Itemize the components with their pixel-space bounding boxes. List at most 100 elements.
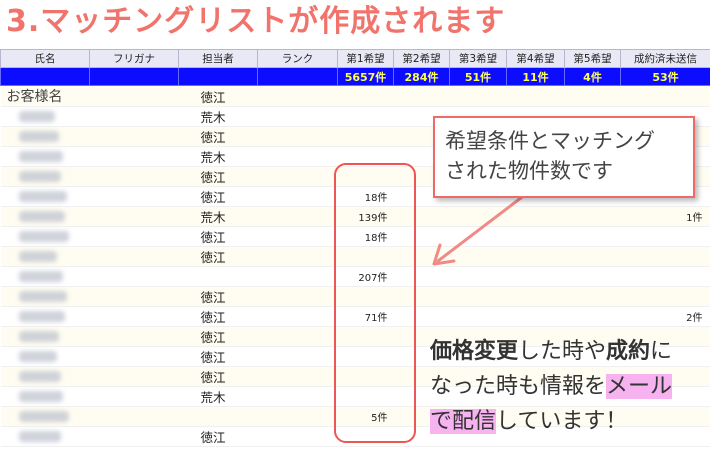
note-contract: 成約 <box>606 339 651 364</box>
cell-unsent: 2件 <box>620 306 710 327</box>
column-header-wish-5[interactable]: 第5希望 <box>564 49 621 68</box>
cell-staff: 荒木 <box>178 386 258 407</box>
cell-furigana <box>89 346 179 367</box>
cell-rank <box>257 326 338 347</box>
cell-furigana <box>89 226 179 247</box>
cell-rank <box>257 186 338 207</box>
redacted-name <box>18 131 59 142</box>
cell-staff: 徳江 <box>178 346 258 367</box>
column-header-wish-1[interactable]: 第1希望 <box>337 49 394 68</box>
cell-staff: 荒木 <box>178 106 258 127</box>
cell-customer-name <box>0 406 90 427</box>
cell-customer-name <box>0 366 90 387</box>
cell-rank <box>257 366 338 387</box>
cell-rank <box>257 246 338 267</box>
cell-wish-3 <box>449 85 507 107</box>
cell-furigana <box>89 266 179 287</box>
cell-staff: 徳江 <box>178 246 258 267</box>
cell-furigana <box>89 186 179 207</box>
cell-customer-name <box>0 166 90 187</box>
redacted-name <box>18 431 61 442</box>
cell-furigana <box>89 246 179 267</box>
cell-rank <box>257 206 338 227</box>
cell-staff: 徳江 <box>178 326 258 347</box>
total-wish-3: 51件 <box>449 67 507 86</box>
redacted-name <box>18 371 61 382</box>
cell-unsent <box>620 226 710 247</box>
email-notice-text: 価格変更した時や成約に なった時も情報をメール で配信しています！ <box>430 334 702 439</box>
cell-rank <box>257 166 338 187</box>
cell-rank <box>257 286 338 307</box>
redacted-name <box>18 211 65 222</box>
cell-furigana <box>89 366 179 387</box>
cell-wish-5 <box>564 306 621 327</box>
cell-furigana <box>89 406 179 427</box>
redacted-name <box>18 151 63 162</box>
total-wish-5: 4件 <box>564 67 621 86</box>
cell-furigana <box>89 386 179 407</box>
column-header-wish-2[interactable]: 第2希望 <box>393 49 450 68</box>
cell-unsent <box>620 286 710 307</box>
note-price-change: 価格変更 <box>430 339 519 364</box>
cell-staff: 荒木 <box>178 206 258 227</box>
cell-wish-1 <box>337 126 394 147</box>
redacted-name <box>18 391 63 402</box>
cell-wish-5 <box>564 226 621 247</box>
cell-staff: 徳江 <box>178 85 258 107</box>
cell-customer-name <box>0 226 90 247</box>
cell-wish-5 <box>564 286 621 307</box>
total-unsent: 53件 <box>620 67 710 86</box>
column-header-rank[interactable]: ランク <box>257 49 338 68</box>
cell-furigana <box>89 306 179 327</box>
cell-staff: 荒木 <box>178 146 258 167</box>
cell-rank <box>257 106 338 127</box>
redacted-name <box>18 251 57 262</box>
cell-rank <box>257 146 338 167</box>
cell-staff: 徳江 <box>178 426 258 447</box>
cell-customer-name <box>0 246 90 267</box>
cell-customer-name <box>0 146 90 167</box>
note-text: した時や <box>518 339 607 364</box>
note-delivery-highlight: で配信 <box>430 409 497 434</box>
callout-line-1: 希望条件とマッチング <box>445 129 655 153</box>
cell-furigana <box>89 106 179 127</box>
column-header-wish-3[interactable]: 第3希望 <box>449 49 507 68</box>
cell-rank <box>257 406 338 427</box>
cell-furigana <box>89 286 179 307</box>
column-header-wish-4[interactable]: 第4希望 <box>506 49 565 68</box>
cell-wish-3 <box>449 286 507 307</box>
cell-rank <box>257 266 338 287</box>
column-header-unsent[interactable]: 成約済未送信 <box>620 49 710 68</box>
cell-customer-name <box>0 326 90 347</box>
cell-wish-2 <box>393 85 450 107</box>
column-header-name[interactable]: 氏名 <box>0 49 90 68</box>
cell-customer-name <box>0 266 90 287</box>
cell-customer-name <box>0 386 90 407</box>
cell-wish-1 <box>337 85 394 107</box>
cell-furigana <box>89 146 179 167</box>
cell-customer-name <box>0 206 90 227</box>
total-cell <box>0 67 90 86</box>
cell-customer-name <box>0 426 90 447</box>
cell-furigana <box>89 426 179 447</box>
cell-wish-1 <box>337 106 394 127</box>
note-text: しています！ <box>496 409 628 434</box>
cell-customer-name <box>0 286 90 307</box>
note-text: なった時も情報を <box>430 374 607 399</box>
cell-rank <box>257 386 338 407</box>
total-cell <box>89 67 179 86</box>
note-text: に <box>650 339 673 364</box>
cell-customer-name <box>0 346 90 367</box>
cell-staff: 徳江 <box>178 166 258 187</box>
total-cell <box>257 67 338 86</box>
column-header-furigana[interactable]: フリガナ <box>89 49 179 68</box>
pointer-arrow-icon <box>432 189 532 266</box>
table-row[interactable]: お客様名 徳江 <box>0 85 710 107</box>
column-header-staff[interactable]: 担当者 <box>178 49 258 68</box>
cell-staff: 徳江 <box>178 126 258 147</box>
total-wish-4: 11件 <box>506 67 565 86</box>
cell-furigana <box>89 206 179 227</box>
matching-count-callout: 希望条件とマッチング された物件数です <box>433 116 695 198</box>
cell-rank <box>257 226 338 247</box>
redacted-name <box>18 351 57 362</box>
